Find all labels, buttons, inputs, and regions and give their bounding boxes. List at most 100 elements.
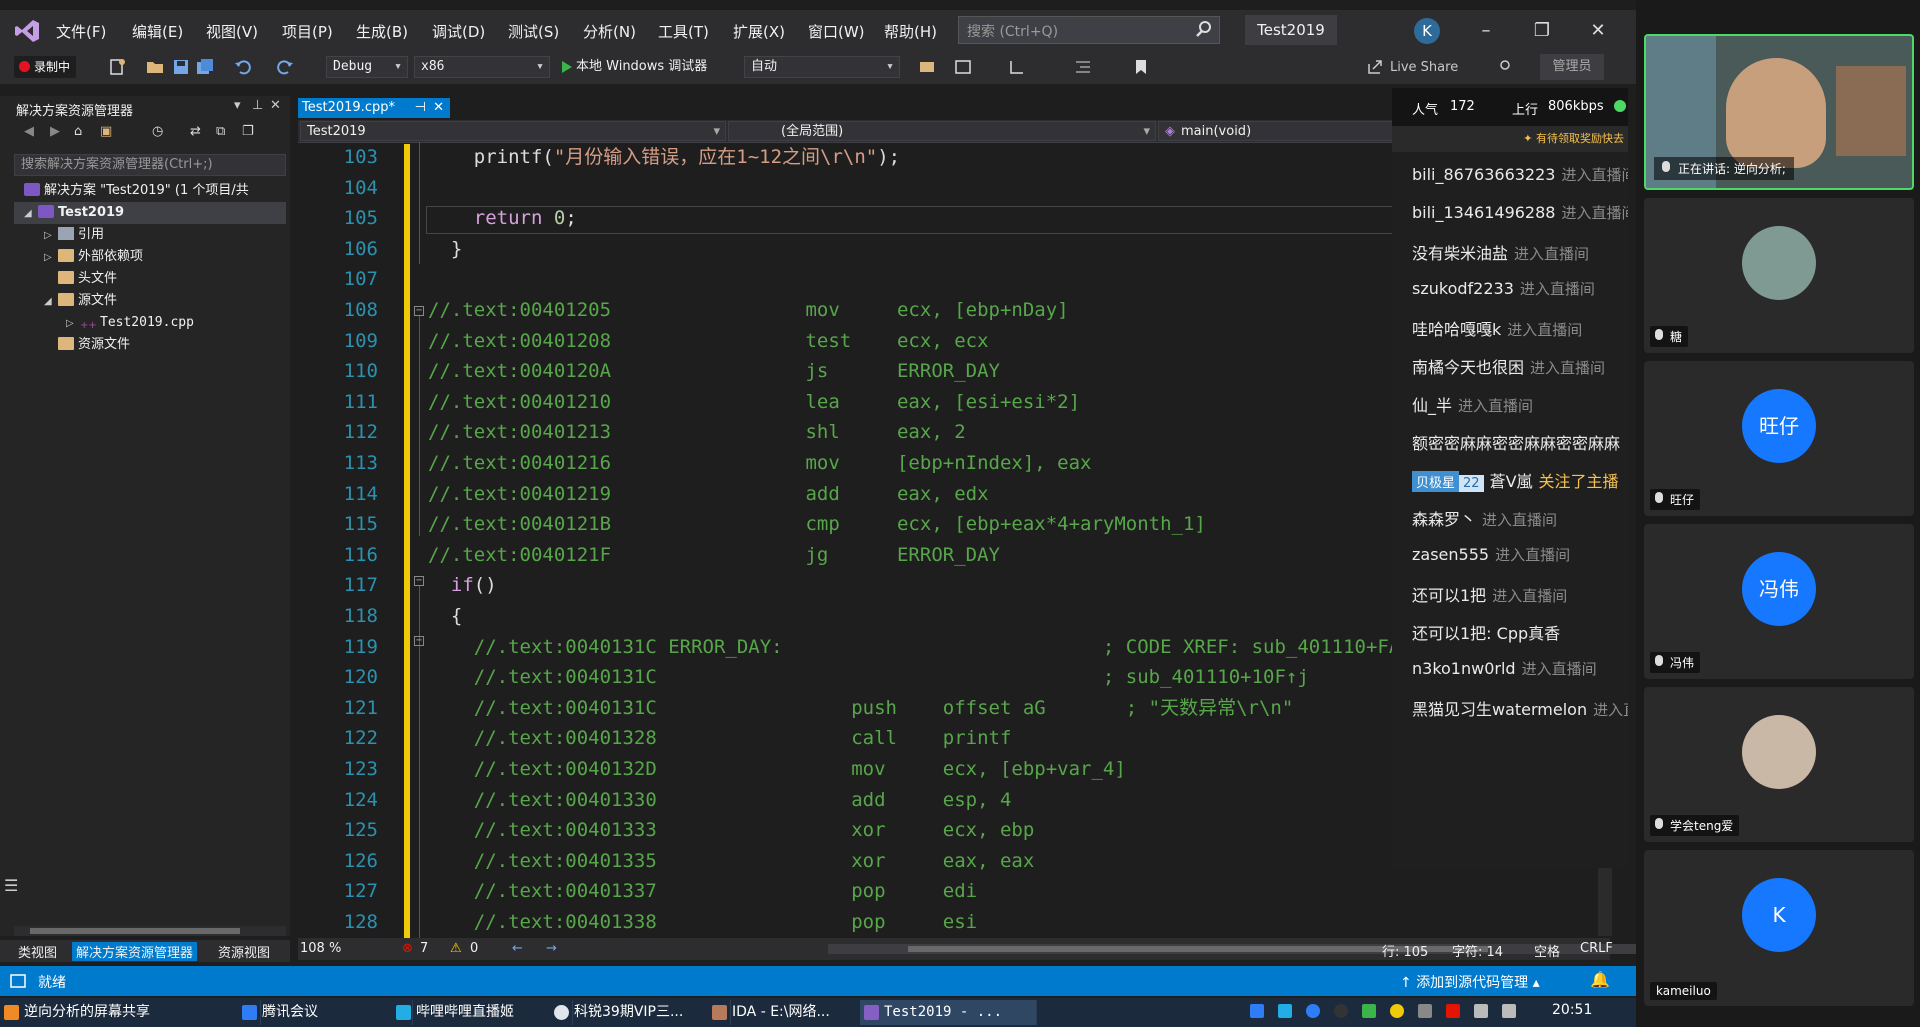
account-avatar[interactable]: K (1414, 18, 1440, 44)
menu-build[interactable]: 生成(B) (356, 21, 408, 42)
nav-back-icon[interactable]: ← (512, 941, 523, 956)
search-input[interactable]: 搜索 (Ctrl+Q) (958, 16, 1220, 44)
network-icon[interactable] (1502, 1004, 1516, 1018)
scrollbar-thumb[interactable] (30, 928, 240, 934)
menu-window[interactable]: 窗口(W) (808, 21, 865, 42)
add-to-source-control[interactable]: ↑ 添加到源代码管理 ▴ (1400, 972, 1540, 992)
error-count[interactable]: 7 (420, 941, 428, 956)
redo-icon[interactable] (276, 58, 294, 76)
menu-debug[interactable]: 调试(D) (432, 21, 485, 42)
pane-dropdown-icon[interactable]: ▾ (234, 98, 241, 113)
history-icon[interactable]: ◷ (152, 124, 163, 139)
solution-search-input[interactable]: 搜索解决方案资源管理器(Ctrl+;) (14, 154, 286, 176)
tab-resource-view[interactable]: 资源视图 (214, 942, 274, 961)
tray-app-icon[interactable] (1306, 1004, 1320, 1018)
step-icon[interactable] (1008, 58, 1026, 76)
feedback-icon[interactable] (1496, 58, 1514, 76)
sync-icon[interactable]: ⇄ (190, 124, 201, 139)
fold-toggle-icon[interactable]: − (414, 576, 424, 586)
expand-caret-icon[interactable]: ▷ (44, 247, 58, 269)
live-share-button[interactable]: Live Share (1390, 60, 1458, 75)
menu-analyze[interactable]: 分析(N) (583, 21, 636, 42)
run-mode-dropdown[interactable]: 自动 (744, 56, 900, 78)
undo-icon[interactable] (234, 58, 252, 76)
minimize-icon[interactable]: – (1476, 20, 1496, 41)
menu-test[interactable]: 测试(S) (508, 21, 559, 42)
warning-count[interactable]: 0 (470, 941, 478, 956)
menu-file[interactable]: 文件(F) (56, 21, 106, 42)
participant-card[interactable]: K kameiluo (1644, 850, 1914, 1006)
tray-app-icon[interactable] (1446, 1004, 1460, 1018)
taskbar-item-bilibili[interactable]: 哔哩哔哩直播姬 (392, 1000, 573, 1025)
tree-item-cpp-file[interactable]: ▷ ++ Test2019.cpp (66, 312, 194, 334)
tab-class-view[interactable]: 类视图 (14, 942, 61, 961)
menu-tools[interactable]: 工具(T) (658, 21, 709, 42)
notifications-icon[interactable]: 🔔 (1590, 970, 1610, 989)
bookmark-icon[interactable] (1132, 58, 1150, 76)
pin-icon[interactable]: ⊥ (252, 98, 263, 113)
menu-help[interactable]: 帮助(H) (884, 21, 937, 42)
format-icon[interactable] (1074, 58, 1092, 76)
tree-item-resource-files[interactable]: 资源文件 (58, 334, 130, 356)
home-icon[interactable]: ⌂ (74, 124, 82, 139)
config-dropdown[interactable]: Debug (326, 56, 408, 78)
tree-item-references[interactable]: ▷ 引用 (44, 224, 104, 246)
scope-dropdown[interactable]: (全局范围) (728, 121, 1156, 142)
nav-forward-icon[interactable]: → (546, 941, 557, 956)
save-all-icon[interactable] (196, 58, 214, 76)
tree-item-source-files[interactable]: ◢ 源文件 (44, 290, 117, 312)
expand-caret-icon[interactable]: ▷ (44, 225, 58, 247)
screenshot-icon[interactable] (954, 58, 972, 76)
menu-view[interactable]: 视图(V) (206, 21, 258, 42)
collapse-all-icon[interactable]: ⧉ (216, 124, 225, 139)
open-folder-icon[interactable] (146, 58, 164, 76)
new-project-icon[interactable] (108, 58, 126, 76)
reward-banner[interactable]: ✦ 有待领取奖励快去 (1392, 126, 1628, 152)
tray-app-icon[interactable] (1390, 1004, 1404, 1018)
tray-qq-icon[interactable] (1334, 1004, 1348, 1018)
volume-icon[interactable] (1474, 1004, 1488, 1018)
fold-toggle-icon[interactable]: − (414, 636, 424, 646)
warning-icon[interactable]: ⚠ (450, 941, 462, 956)
show-all-files-icon[interactable]: ❐ (242, 124, 254, 139)
error-icon[interactable]: ⊗ (402, 941, 413, 956)
tree-item-project[interactable]: ◢ Test2019 (14, 202, 286, 224)
pane-close-icon[interactable]: ✕ (270, 98, 281, 113)
close-icon[interactable]: ✕ (1588, 20, 1608, 41)
restore-icon[interactable]: ❐ (1532, 20, 1552, 41)
expand-caret-icon[interactable]: ▷ (66, 313, 80, 335)
project-dropdown[interactable]: Test2019 (300, 121, 726, 142)
participant-video-speaker[interactable]: 正在讲话: 逆向分析; (1644, 34, 1914, 190)
tree-item-solution[interactable]: 解决方案 "Test2019" (1 个项目/共 (24, 180, 290, 202)
tray-security-icon[interactable] (1362, 1004, 1376, 1018)
participant-card[interactable]: 糖 (1644, 198, 1914, 353)
participant-card[interactable]: 旺仔 旺仔 (1644, 361, 1914, 516)
tray-app-icon[interactable] (1250, 1004, 1264, 1018)
run-debugger-button[interactable]: 本地 Windows 调试器 (560, 56, 707, 78)
line-ending[interactable]: CRLF (1580, 941, 1613, 956)
switch-views-icon[interactable]: ▣ (100, 124, 112, 139)
tree-item-external-deps[interactable]: ▷ 外部依赖项 (44, 246, 143, 268)
list-icon[interactable]: ☰ (4, 876, 18, 895)
menu-extensions[interactable]: 扩展(X) (733, 21, 785, 42)
zoom-dropdown[interactable]: 108 % (300, 941, 341, 956)
platform-dropdown[interactable]: x86 (414, 56, 550, 78)
menu-project[interactable]: 项目(P) (282, 21, 333, 42)
indent-mode[interactable]: 空格 (1534, 941, 1560, 960)
collapse-caret-icon[interactable]: ◢ (24, 203, 38, 225)
tree-item-header-files[interactable]: 头文件 (58, 268, 117, 290)
forward-icon[interactable]: ▶ (50, 124, 60, 139)
menu-edit[interactable]: 编辑(E) (132, 21, 183, 42)
taskbar-item-visual-studio[interactable]: Test2019 - ... (860, 1000, 1037, 1025)
tray-app-icon[interactable] (1418, 1004, 1432, 1018)
collapse-caret-icon[interactable]: ◢ (44, 291, 58, 313)
tab-close-icon[interactable]: ✕ (433, 98, 444, 118)
live-share-icon[interactable] (1366, 58, 1384, 76)
taskbar-item-browser[interactable]: 科锐39期VIP三... (550, 1000, 731, 1025)
participant-card[interactable]: 冯伟 冯伟 (1644, 524, 1914, 679)
taskbar-item-ida[interactable]: IDA - E:\网络... (708, 1000, 883, 1025)
browse-icon[interactable] (918, 58, 936, 76)
pin-icon[interactable]: ⊣ (415, 98, 426, 118)
taskbar-item-tencent-meeting[interactable]: 腾讯会议 (238, 1000, 413, 1025)
tray-app-icon[interactable] (1278, 1004, 1292, 1018)
